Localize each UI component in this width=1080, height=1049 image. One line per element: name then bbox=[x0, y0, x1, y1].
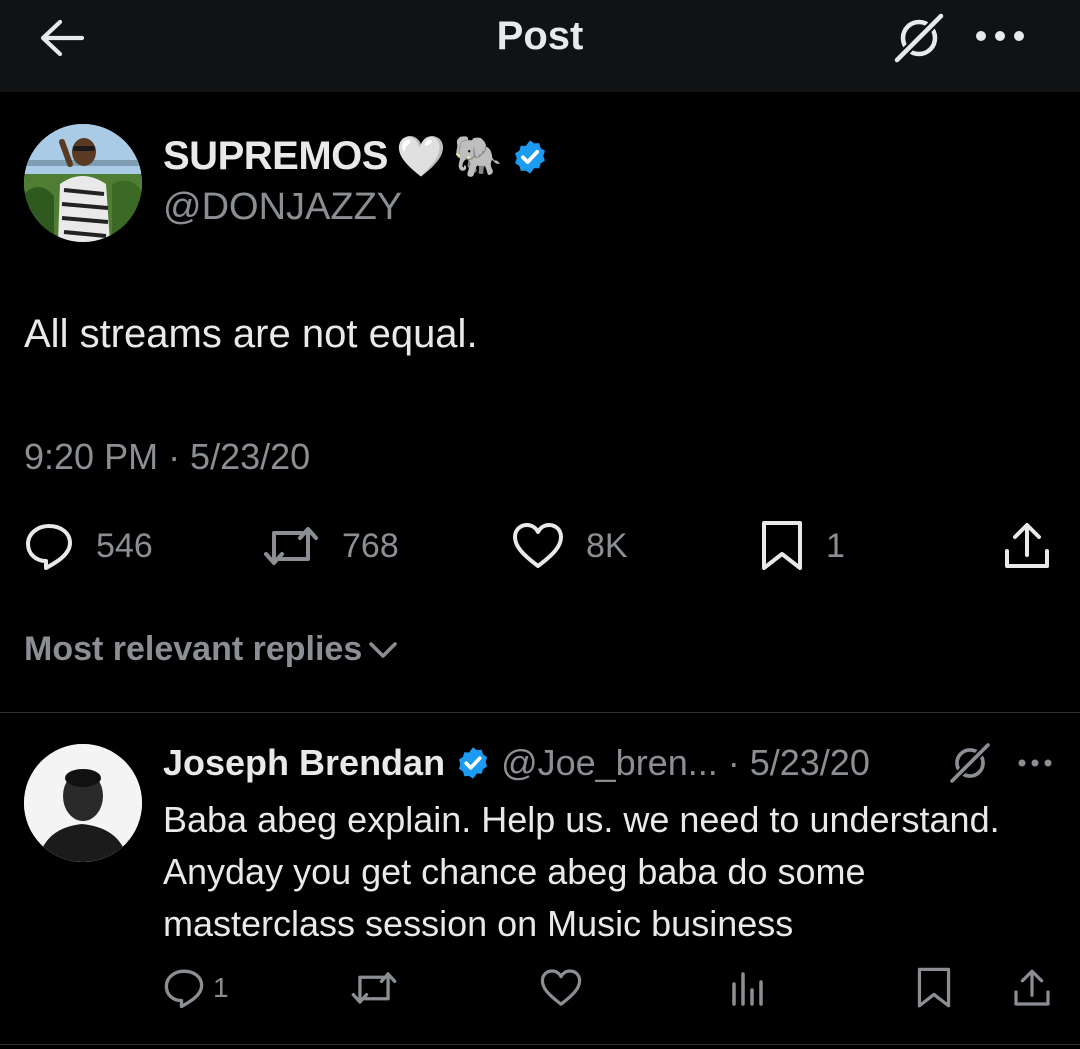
reply-reply-count: 1 bbox=[213, 972, 229, 1003]
reply-reply-button[interactable]: 1 bbox=[163, 962, 229, 1014]
share-button[interactable] bbox=[1002, 518, 1052, 574]
post-timestamp: 9:20 PM · 5/23/20 bbox=[24, 436, 311, 477]
reply-like-button[interactable] bbox=[540, 962, 582, 1014]
author-name: SUPREMOS bbox=[163, 134, 388, 178]
more-options-button[interactable] bbox=[970, 14, 1030, 58]
elephant-emoji: 🐘 bbox=[453, 133, 503, 180]
post-actions: 546 768 8K 1 bbox=[0, 518, 1080, 574]
bookmark-icon bbox=[762, 521, 802, 570]
white-heart-emoji: 🤍 bbox=[395, 133, 446, 180]
reply-text: Baba abeg explain. Help us. we need to u… bbox=[163, 799, 1000, 944]
top-app-bar: Post bbox=[0, 0, 1080, 92]
views-bar-chart-icon bbox=[732, 972, 763, 1006]
reply-avatar[interactable] bbox=[24, 744, 142, 862]
reply-author-photo bbox=[24, 744, 142, 862]
like-button[interactable]: 8K bbox=[512, 518, 628, 574]
reply-handle-date[interactable]: @Joe_bren... · 5/23/20 bbox=[501, 742, 870, 784]
divider bbox=[0, 712, 1080, 713]
grok-icon bbox=[950, 743, 990, 783]
heart-icon bbox=[540, 969, 582, 1006]
share-icon bbox=[1014, 969, 1050, 1006]
reply-actions: 1 bbox=[0, 962, 1080, 1014]
reply-more-button[interactable] bbox=[1012, 740, 1058, 786]
reply-count: 546 bbox=[96, 526, 153, 565]
reply-views-button[interactable] bbox=[728, 962, 768, 1014]
repost-icon bbox=[351, 972, 397, 1004]
verified-badge-icon bbox=[514, 139, 545, 174]
like-count: 8K bbox=[586, 526, 628, 565]
replies-sort-dropdown[interactable]: Most relevant replies bbox=[24, 630, 398, 669]
divider bbox=[0, 1044, 1080, 1045]
reply-bookmark-button[interactable] bbox=[916, 962, 952, 1014]
chevron-down-icon bbox=[369, 641, 397, 658]
bookmark-icon bbox=[917, 967, 951, 1008]
reply-author-name[interactable]: Joseph Brendan bbox=[163, 742, 445, 784]
share-icon bbox=[1005, 523, 1049, 568]
reply-grok-button[interactable] bbox=[944, 740, 996, 786]
reply-icon bbox=[26, 524, 72, 570]
more-dots-icon bbox=[1018, 759, 1052, 767]
author-avatar[interactable] bbox=[24, 124, 142, 242]
reply-share-button[interactable] bbox=[1012, 962, 1052, 1014]
replies-sort-label: Most relevant replies bbox=[24, 630, 363, 668]
reply-icon bbox=[164, 969, 204, 1009]
grok-button[interactable] bbox=[890, 10, 948, 66]
heart-icon bbox=[513, 523, 563, 568]
reply-header: Joseph Brendan @Joe_bren... · 5/23/20 bbox=[163, 740, 870, 786]
author-handle[interactable]: @DONJAZZY bbox=[163, 186, 402, 229]
verified-badge-icon bbox=[458, 747, 488, 779]
grok-icon bbox=[894, 13, 944, 63]
post-text: All streams are not equal. bbox=[24, 312, 478, 356]
reply-repost-button[interactable] bbox=[350, 962, 398, 1014]
bookmark-count: 1 bbox=[826, 526, 845, 565]
author-name-row[interactable]: SUPREMOS 🤍 🐘 bbox=[163, 134, 549, 179]
reply-button[interactable]: 546 bbox=[24, 518, 153, 574]
author-photo bbox=[24, 124, 142, 242]
repost-button[interactable]: 768 bbox=[262, 518, 399, 574]
repost-count: 768 bbox=[342, 526, 399, 565]
more-dots-icon bbox=[976, 31, 1024, 41]
repost-icon bbox=[264, 527, 318, 565]
bookmark-button[interactable]: 1 bbox=[760, 518, 845, 574]
